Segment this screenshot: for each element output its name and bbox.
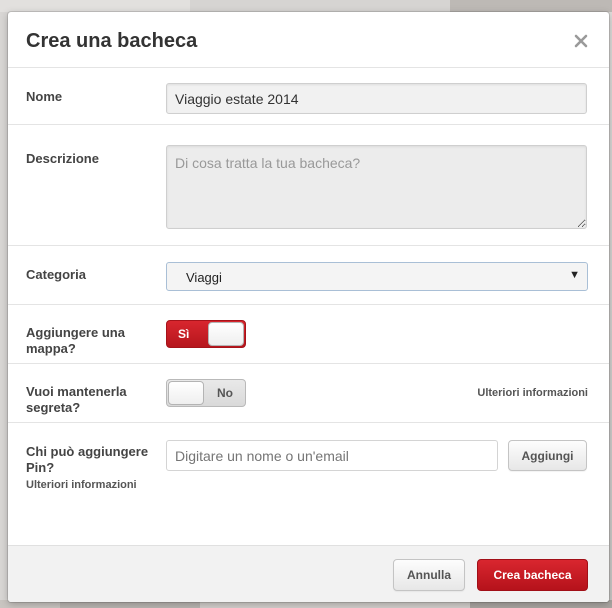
dialog-header: Crea una bacheca	[8, 12, 609, 68]
description-label: Descrizione	[26, 151, 99, 166]
add-collaborator-button[interactable]: Aggiungi	[508, 440, 587, 471]
name-row: Nome	[8, 68, 609, 125]
toggle-knob	[168, 381, 204, 405]
create-board-button[interactable]: Crea bacheca	[477, 559, 588, 591]
dialog-footer: Annulla Crea bacheca	[8, 545, 609, 602]
map-toggle-label: Sì	[178, 327, 190, 341]
backdrop-top-strip	[0, 0, 612, 12]
collaborators-row: Chi può aggiungere Pin? Ulteriori inform…	[8, 423, 609, 523]
close-icon[interactable]	[573, 33, 589, 49]
category-row: Categoria Viaggi ▼	[8, 246, 609, 305]
chevron-down-icon: ▼	[569, 269, 580, 281]
category-label: Categoria	[26, 267, 86, 282]
secret-toggle[interactable]: No	[166, 379, 246, 407]
map-label: Aggiungere una mappa?	[26, 325, 125, 356]
dialog-title: Crea una bacheca	[26, 30, 198, 52]
name-input[interactable]	[166, 83, 587, 114]
collaborator-input[interactable]	[166, 440, 498, 471]
description-row: Descrizione	[8, 125, 609, 246]
secret-more-info-link[interactable]: Ulteriori informazioni	[477, 387, 588, 399]
category-select[interactable]: Viaggi ▼	[166, 262, 588, 291]
cancel-button[interactable]: Annulla	[393, 559, 465, 591]
category-selected-value: Viaggi	[186, 270, 222, 285]
map-row: Aggiungere una mappa? Sì	[8, 305, 609, 364]
secret-label: Vuoi mantenerla segreta?	[26, 384, 127, 415]
map-toggle[interactable]: Sì	[166, 320, 246, 348]
description-textarea[interactable]	[166, 145, 587, 229]
secret-toggle-label: No	[217, 386, 233, 400]
secret-row: Vuoi mantenerla segreta? No Ulteriori in…	[8, 364, 609, 423]
collaborators-label: Chi può aggiungere Pin?	[26, 444, 149, 475]
toggle-knob	[208, 322, 244, 346]
create-board-dialog: Crea una bacheca Nome Descrizione Catego…	[8, 12, 609, 602]
collaborators-more-info-link[interactable]: Ulteriori informazioni	[26, 479, 137, 491]
name-label: Nome	[26, 89, 63, 104]
